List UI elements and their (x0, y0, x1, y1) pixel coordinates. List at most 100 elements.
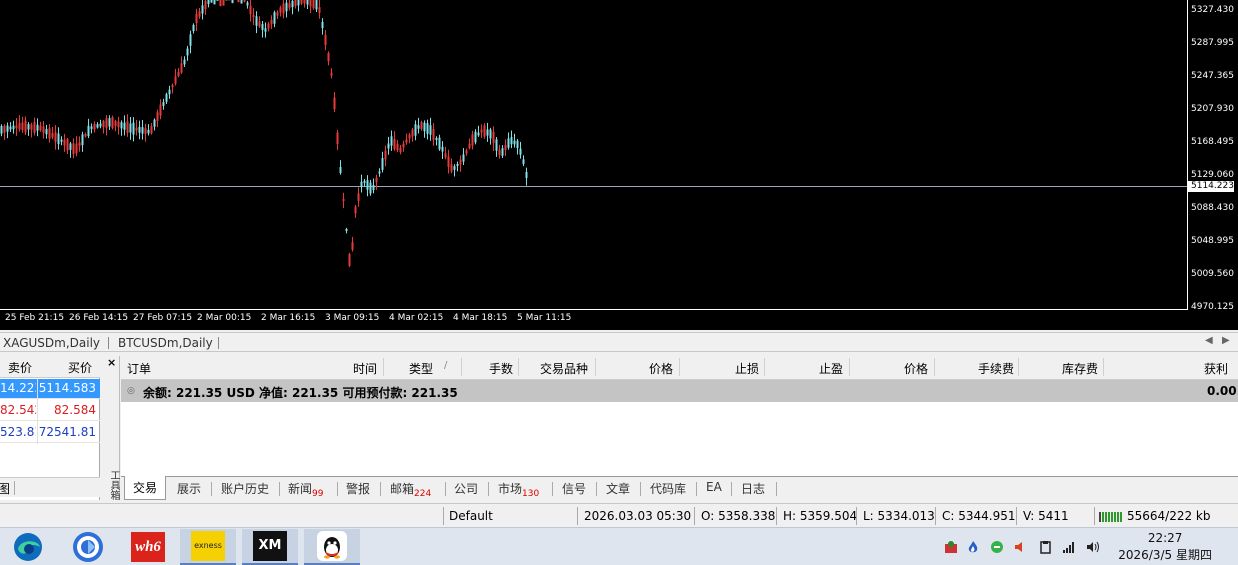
tab-label: 警报 (346, 482, 371, 496)
tab-chart[interactable]: 图 (0, 480, 10, 497)
sort-indicator: / (444, 360, 448, 371)
candle-body (171, 84, 174, 88)
tab-alerts[interactable]: 警报 (346, 480, 370, 497)
tab-market[interactable]: 市场130 (498, 480, 539, 499)
tab-history[interactable]: 账户历史 (221, 480, 269, 497)
scroll-right-icon[interactable]: ▶ (1222, 335, 1230, 346)
status-bar: Default 2026.03.03 05:30 O: 5358.338 H: … (0, 503, 1238, 527)
market-watch-row[interactable]: 82.542 82.584 (0, 401, 100, 421)
tab-signals[interactable]: 信号 (562, 480, 586, 497)
price-tick-label: 5287.995 (1191, 38, 1234, 48)
close-icon[interactable]: × (107, 356, 116, 369)
browser-icon[interactable] (60, 529, 116, 565)
col-time[interactable]: 时间 (353, 360, 377, 377)
candle-body (384, 150, 387, 160)
tray-clipboard-icon[interactable] (1038, 540, 1052, 554)
tab-company[interactable]: 公司 (454, 480, 478, 497)
tab-label: 账户历史 (221, 482, 270, 496)
col-sl[interactable]: 止损 (735, 360, 759, 377)
system-clock[interactable]: 22:27 2026/3/5 星期四 (1118, 530, 1212, 564)
candle-body (447, 156, 450, 167)
tab-label: 市场 (498, 482, 523, 496)
qq-icon[interactable] (304, 529, 360, 565)
tray-green-icon[interactable] (990, 540, 1004, 554)
candle-body (465, 150, 468, 154)
exness-icon[interactable]: exness (180, 529, 236, 565)
col-profit[interactable]: 获利 (1204, 360, 1228, 377)
candle-body (456, 163, 459, 167)
candle-body (279, 7, 282, 13)
ask-header[interactable]: 买价 (68, 359, 92, 376)
candle-body (297, 0, 300, 6)
col-volume[interactable]: 手数 (489, 360, 513, 377)
bid-header[interactable]: 卖价 (8, 359, 32, 376)
tab-exposure[interactable]: 展示 (177, 480, 201, 497)
network-icon[interactable] (1062, 540, 1076, 554)
candle-body (231, 0, 234, 4)
price-chart[interactable]: 5327.430 5287.995 5247.365 5207.930 5168.495… (0, 0, 1238, 330)
col-order[interactable]: 订单 (127, 360, 151, 377)
candle-body (6, 125, 9, 132)
tab-label: 文章 (606, 482, 631, 496)
col-current-price[interactable]: 价格 (904, 360, 928, 377)
col-symbol[interactable]: 交易品种 (540, 360, 588, 377)
clock-date: 2026/3/5 星期四 (1118, 548, 1212, 562)
candle-body (513, 140, 516, 145)
candle-body (18, 122, 21, 130)
volume-icon[interactable] (1086, 540, 1100, 554)
candle-body (351, 242, 354, 250)
column-divider (37, 378, 38, 444)
col-price[interactable]: 价格 (649, 360, 673, 377)
chart-canvas[interactable] (0, 0, 1238, 330)
col-tp[interactable]: 止盈 (819, 360, 843, 377)
market-watch: 卖价 买价 14.223 5114.583 82.542 82.584 523.… (0, 356, 100, 500)
tab-divider (279, 482, 280, 496)
tray-speaker-mute-icon[interactable] (1013, 540, 1027, 554)
scroll-left-icon[interactable]: ◀ (1205, 335, 1213, 346)
connection-bars-icon[interactable] (1099, 510, 1125, 522)
col-commission[interactable]: 手续费 (978, 360, 1014, 377)
candle-body (201, 5, 204, 14)
tab-experts[interactable]: EA (706, 480, 722, 494)
tab-news[interactable]: 新闻99 (288, 480, 323, 499)
candle-body (315, 0, 318, 10)
tray-flame-icon[interactable] (966, 540, 980, 554)
tab-trade[interactable]: 交易 (124, 476, 167, 500)
header-divider (383, 358, 384, 376)
tray-app-icon[interactable] (944, 540, 958, 554)
tab-divider (445, 482, 446, 496)
tab-divider (380, 482, 381, 496)
col-swap[interactable]: 库存费 (1062, 360, 1098, 377)
market-watch-header: 卖价 买价 (0, 356, 100, 378)
tab-chart-btcusdm[interactable]: BTCUSDm,Daily (118, 335, 213, 351)
tab-articles[interactable]: 文章 (606, 480, 630, 497)
price-tick-label: 5247.365 (1191, 71, 1234, 81)
candle-body (417, 125, 420, 129)
edge-icon[interactable] (0, 529, 56, 565)
candle-body (450, 164, 453, 172)
candle-body (144, 128, 147, 134)
col-type[interactable]: 类型 (409, 360, 433, 377)
balance-row[interactable]: ◎ 余额: 221.35 USD 净值: 221.35 可用预付款: 221.3… (121, 380, 1238, 402)
candle-body (180, 63, 183, 73)
market-watch-row[interactable]: 523.81 72541.81 (0, 423, 100, 443)
candle-body (249, 5, 252, 15)
tab-journal[interactable]: 日志 (741, 480, 765, 497)
candle-body (453, 166, 456, 170)
tab-mailbox[interactable]: 邮箱224 (390, 480, 431, 499)
candle-body (432, 129, 435, 140)
candle-body (525, 171, 528, 179)
candle-body (345, 228, 348, 232)
candle-body (129, 123, 132, 133)
market-watch-row[interactable]: 14.223 5114.583 (0, 379, 100, 399)
wh6-icon[interactable]: wh6 (120, 529, 176, 565)
candle-body (27, 124, 30, 130)
profile-name[interactable]: Default (449, 509, 493, 523)
candle-body (111, 117, 114, 129)
tab-code-base[interactable]: 代码库 (650, 480, 686, 497)
tab-chart-xagusdm[interactable]: XAGUSDm,Daily (3, 335, 100, 351)
traffic-readout: 55664/222 kb (1127, 509, 1211, 523)
time-tick-label: 27 Feb 07:15 (133, 313, 193, 323)
header-divider (679, 358, 680, 376)
xm-icon[interactable]: XM (242, 529, 298, 565)
